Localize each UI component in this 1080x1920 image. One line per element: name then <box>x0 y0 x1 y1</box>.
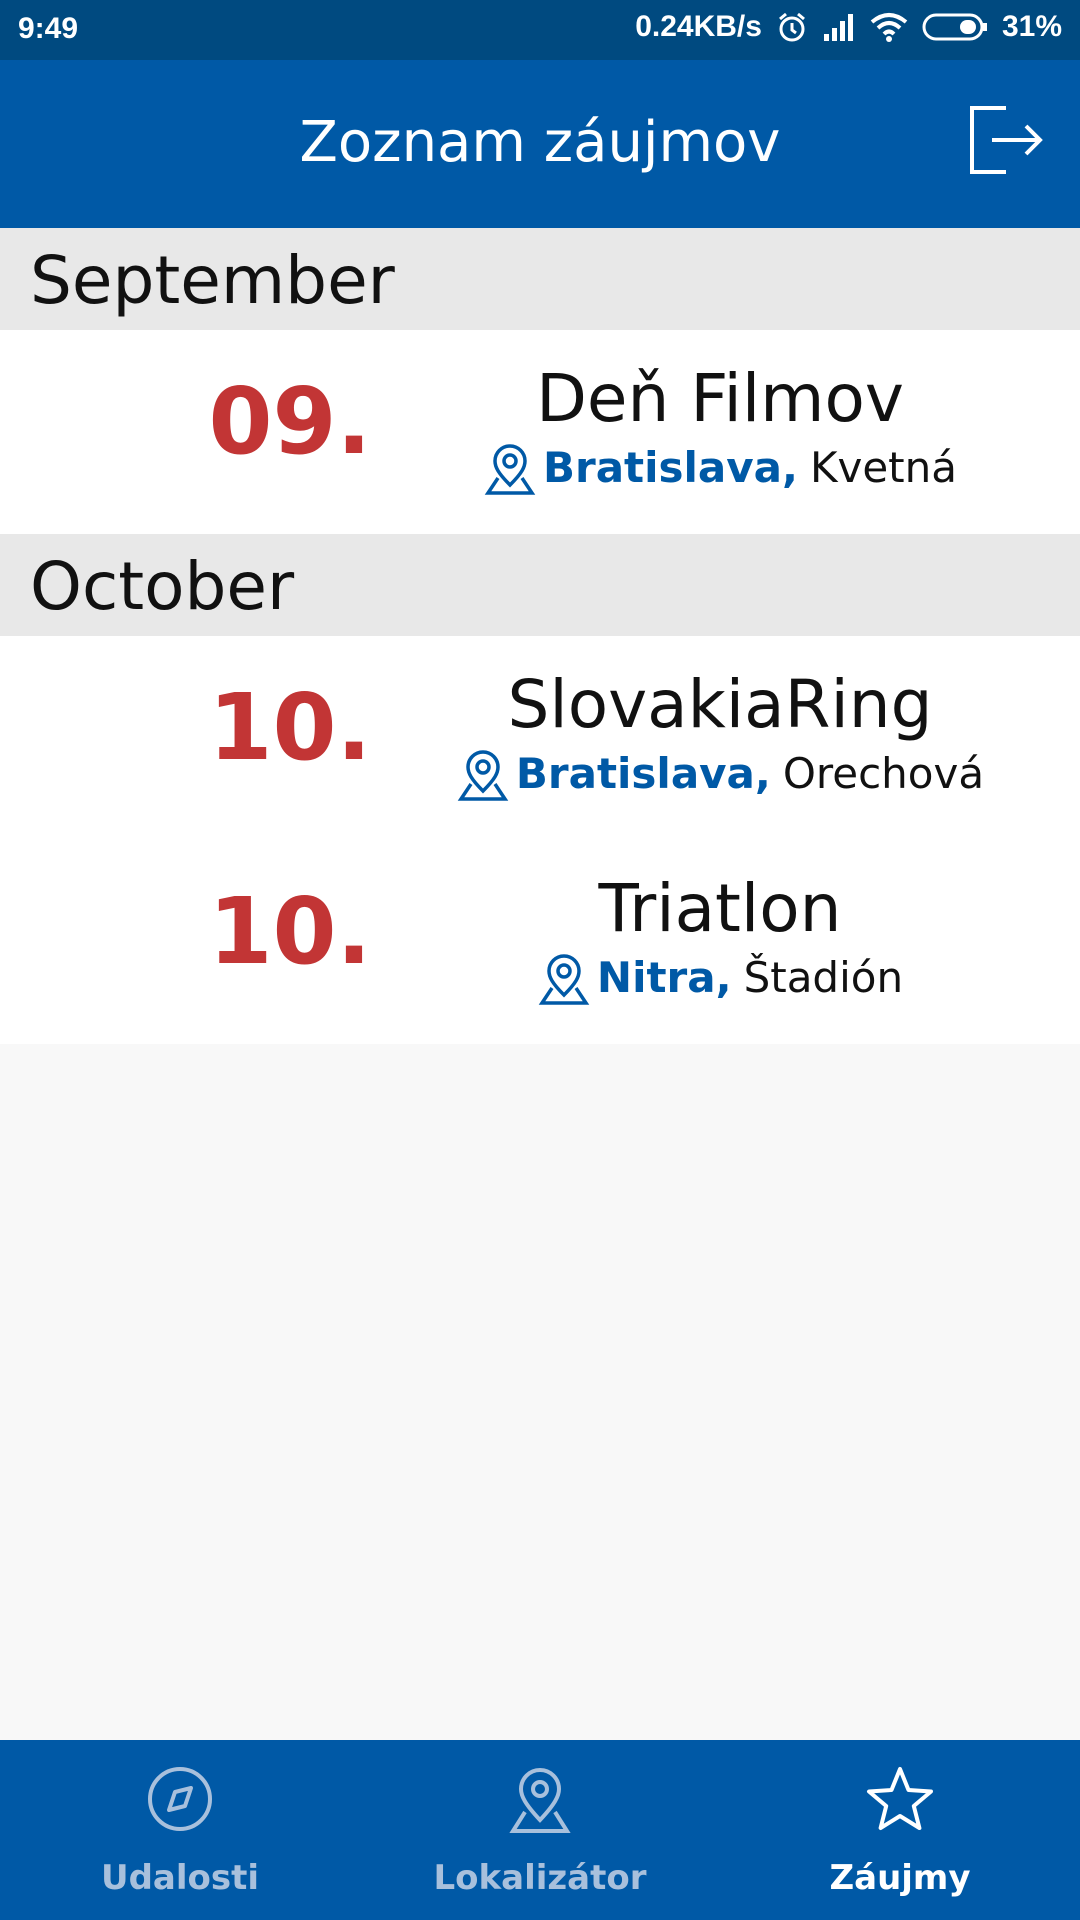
event-day: 10. <box>208 878 372 985</box>
event-location: Bratislava, Orechová <box>440 746 1000 802</box>
wifi-icon <box>870 12 908 42</box>
event-title: Triatlon <box>598 870 842 947</box>
event-day: 09. <box>208 368 372 475</box>
event-row-slovakiaring[interactable]: 10. SlovakiaRing Bratislava, Orechová <box>0 636 1080 840</box>
month-label: September <box>30 242 395 319</box>
app-bar: Zoznam záujmov <box>0 60 1080 228</box>
event-row-den-filmov[interactable]: 09. Deň Filmov Bratislava, Kvetná <box>0 330 1080 534</box>
event-day: 10. <box>208 674 372 781</box>
nav-item-lokalizator[interactable]: Lokalizátor <box>360 1740 720 1920</box>
signal-icon <box>822 12 856 42</box>
status-bar: 9:49 0.24KB/s 31% <box>0 0 1080 60</box>
nav-item-udalosti[interactable]: Udalosti <box>0 1740 360 1920</box>
battery-percent: 31% <box>1001 10 1062 43</box>
month-header-october: October <box>0 534 1080 636</box>
map-pin-icon <box>537 951 591 1005</box>
bottom-nav: Udalosti Lokalizátor Záujmy <box>0 1740 1080 1920</box>
nav-item-zaujmy[interactable]: Záujmy <box>720 1740 1080 1920</box>
event-place: Kvetná <box>809 443 957 492</box>
star-icon <box>720 1764 1080 1834</box>
event-info: Triatlon Nitra, Štadión <box>440 870 1000 1006</box>
event-city: Nitra, <box>596 953 732 1002</box>
map-pin-icon <box>360 1764 720 1834</box>
event-place: Štadión <box>743 953 904 1002</box>
event-row-triatlon[interactable]: 10. Triatlon Nitra, Štadión <box>0 840 1080 1044</box>
status-indicators: 0.24KB/s 31% <box>635 10 1062 44</box>
month-label: October <box>30 548 295 625</box>
nav-label: Lokalizátor <box>433 1858 647 1898</box>
event-place: Orechová <box>782 749 985 798</box>
events-list-october: 10. SlovakiaRing Bratislava, Orechová 10… <box>0 636 1080 1044</box>
logout-icon <box>966 100 1046 184</box>
map-pin-icon <box>456 747 510 801</box>
event-city: Bratislava, <box>515 749 771 798</box>
nav-label: Záujmy <box>829 1858 971 1898</box>
battery-icon <box>922 12 988 42</box>
events-list-september: 09. Deň Filmov Bratislava, Kvetná <box>0 330 1080 534</box>
event-title: Deň Filmov <box>536 360 904 437</box>
event-location: Nitra, Štadión <box>440 950 1000 1006</box>
nav-label: Udalosti <box>100 1858 260 1898</box>
month-header-september: September <box>0 228 1080 330</box>
event-location: Bratislava, Kvetná <box>440 440 1000 496</box>
event-city: Bratislava, <box>542 443 798 492</box>
network-speed: 0.24KB/s <box>635 10 762 43</box>
page-title: Zoznam záujmov <box>299 110 781 175</box>
logout-button[interactable] <box>966 102 1046 182</box>
event-info: Deň Filmov Bratislava, Kvetná <box>440 360 1000 496</box>
compass-icon <box>0 1764 360 1834</box>
status-time: 9:49 <box>18 12 79 45</box>
map-pin-icon <box>483 441 537 495</box>
alarm-icon <box>776 11 808 43</box>
event-title: SlovakiaRing <box>507 666 933 743</box>
event-info: SlovakiaRing Bratislava, Orechová <box>440 666 1000 802</box>
